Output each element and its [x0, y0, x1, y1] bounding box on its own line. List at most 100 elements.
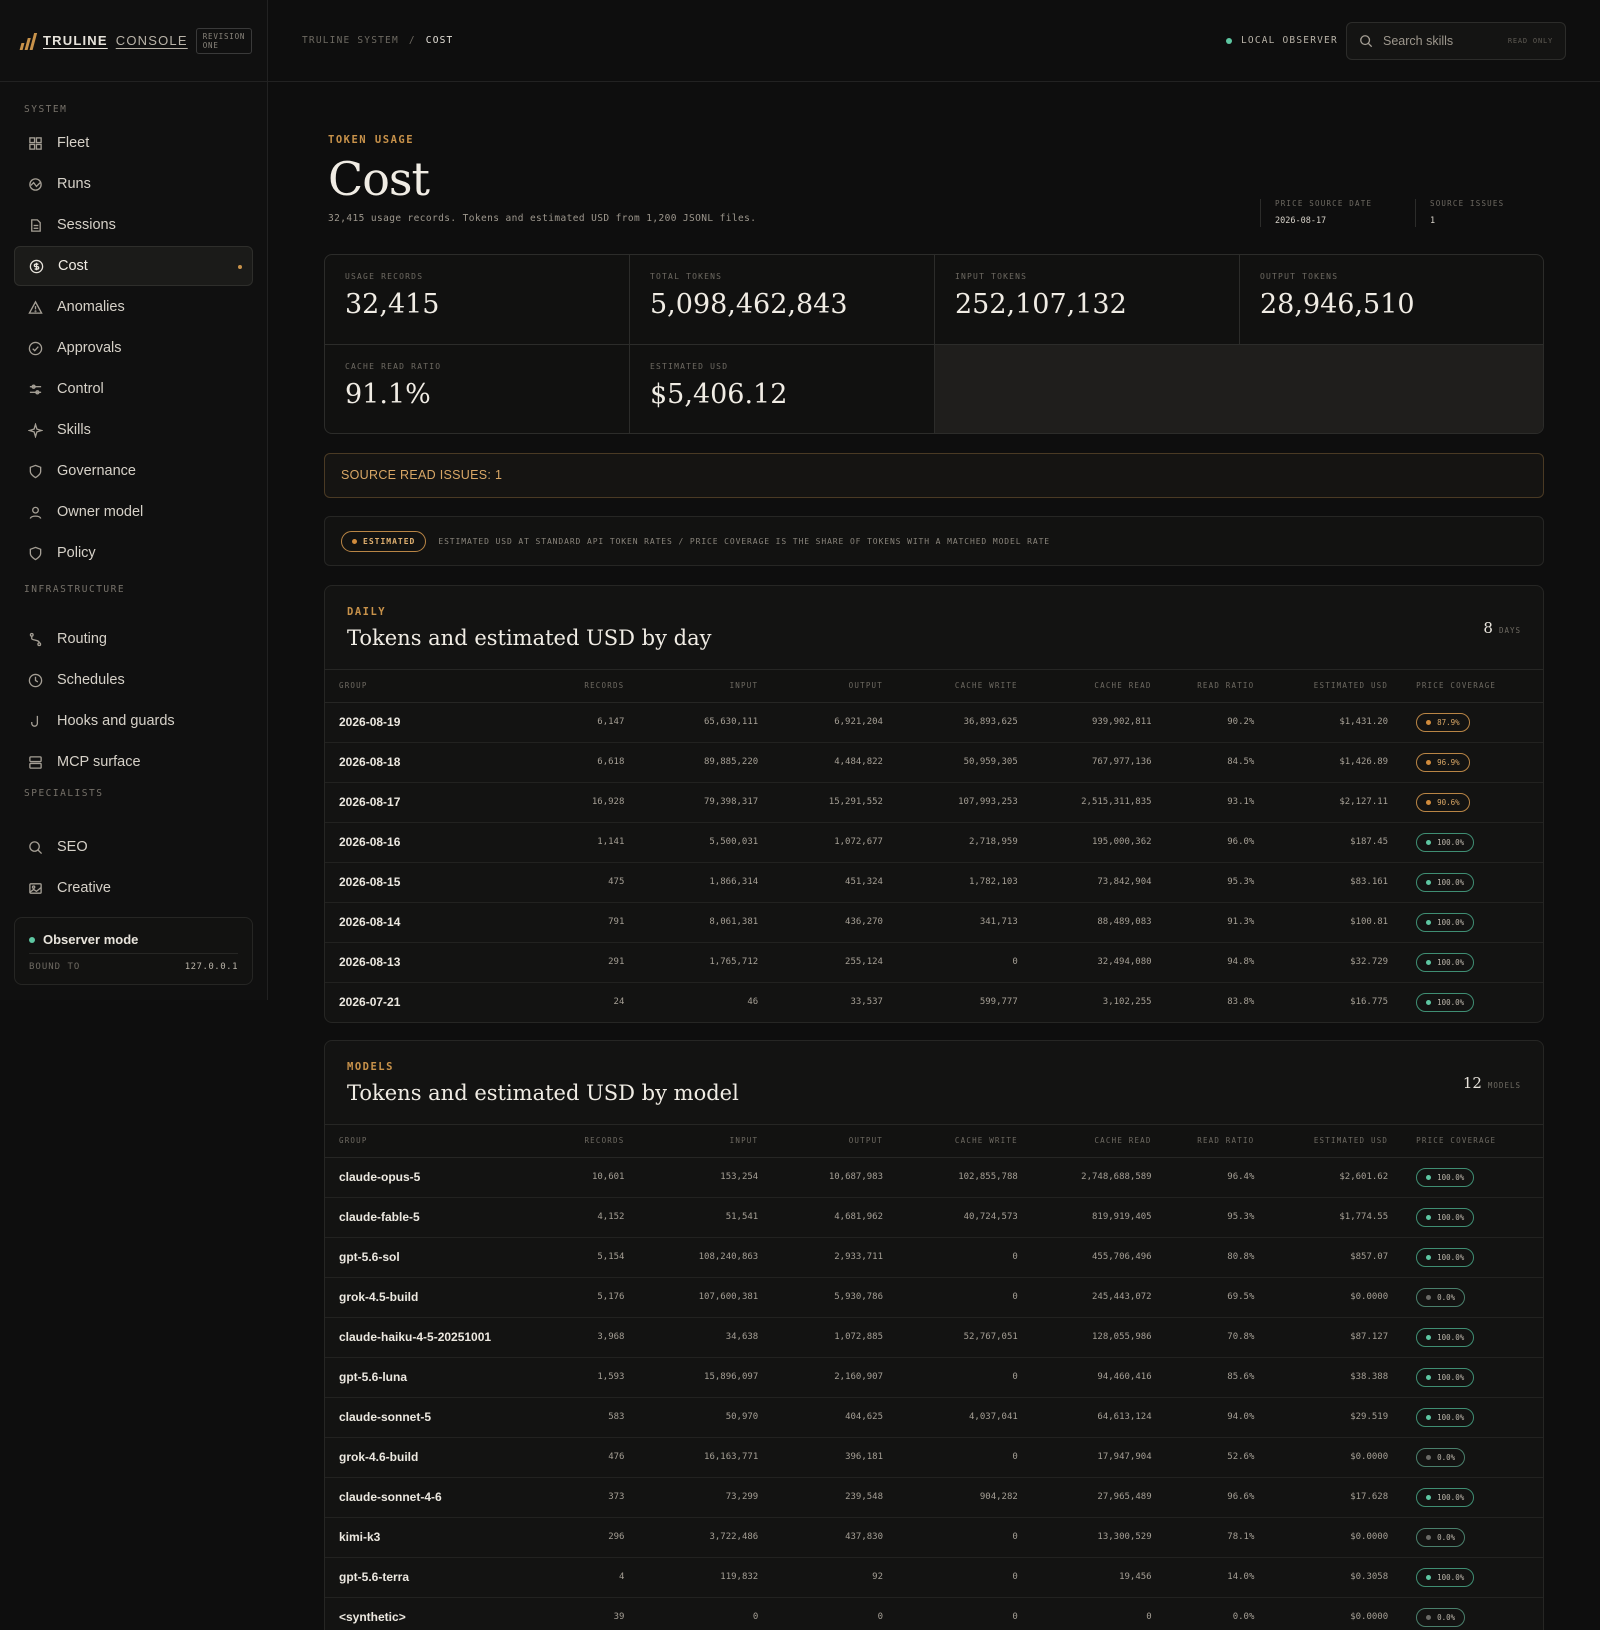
table-row[interactable]: claude-haiku-4-5-20251001 3,968 34,638 1,07… [325, 1317, 1543, 1358]
cell-cache-read: 94,460,416 [1017, 1357, 1152, 1398]
column-header-cache-read[interactable]: CACHE READ [1017, 670, 1152, 703]
brand-name[interactable]: TRULINE [43, 33, 108, 48]
row-group: 2026-08-18 [325, 742, 525, 783]
price-coverage: 90.6% [1388, 782, 1543, 823]
sidebar-item-label: Hooks and guards [57, 713, 175, 729]
table-row[interactable]: claude-sonnet-5 583 50,970 404,625 4,037,041… [325, 1397, 1543, 1438]
column-header-read-ratio[interactable]: READ RATIO [1151, 670, 1255, 703]
brand-console[interactable]: CONSOLE [116, 33, 188, 48]
table-row[interactable]: grok-4.5-build 5,176 107,600,381 5,930,786 0… [325, 1277, 1543, 1318]
table-row[interactable]: 2026-08-18 6,618 89,885,220 4,484,822 50,959… [325, 742, 1543, 783]
column-header-records[interactable]: RECORDS [524, 670, 625, 703]
sidebar-item-schedules[interactable]: Schedules [14, 660, 253, 700]
table-row[interactable]: 2026-08-14 791 8,061,381 436,270 341,713 88,4… [325, 902, 1543, 943]
cell-cache-write: 0 [882, 942, 1018, 983]
sidebar-item-cost[interactable]: Cost [14, 246, 253, 286]
column-header-input[interactable]: INPUT [624, 670, 759, 703]
table-row[interactable]: gpt-5.6-terra 4 119,832 92 0 19,456 14.0% $0.30… [325, 1557, 1543, 1598]
read-only-badge: READ ONLY [1507, 37, 1553, 45]
row-group: claude-opus-5 [325, 1157, 525, 1198]
stat-value: $5,406.12 [650, 379, 788, 410]
sidebar-item-runs[interactable]: Runs [14, 164, 253, 204]
panel-count: 8 DAYS [1483, 619, 1521, 637]
sidebar-item-approvals[interactable]: Approvals [14, 328, 253, 368]
sidebar-item-control[interactable]: Control [14, 369, 253, 409]
breadcrumb-root[interactable]: TRULINE SYSTEM [302, 35, 399, 46]
sidebar-item-routing[interactable]: Routing [14, 619, 253, 659]
price-coverage: 0.0% [1388, 1277, 1543, 1318]
status-dot-icon [29, 936, 35, 943]
cell-records: 296 [524, 1517, 625, 1558]
price-coverage: 87.9% [1388, 702, 1543, 743]
cell-records: 3,968 [524, 1317, 625, 1358]
cell-read-ratio: 91.3% [1151, 902, 1255, 943]
cell-cache-read: 73,842,904 [1017, 862, 1152, 903]
coverage-badge: 100.0% [1416, 1487, 1475, 1507]
cell-read-ratio: 52.6% [1151, 1437, 1255, 1478]
column-header-cache-write[interactable]: CACHE WRITE [883, 1125, 1018, 1158]
column-header-estimated-usd[interactable]: ESTIMATED USD [1254, 1125, 1389, 1158]
sidebar-item-anomalies[interactable]: Anomalies [14, 287, 253, 327]
table-row[interactable]: 2026-08-19 6,147 65,630,111 6,921,204 36,893… [325, 702, 1543, 743]
cell-output: 5,930,786 [758, 1277, 884, 1318]
table-row[interactable]: claude-fable-5 4,152 51,541 4,681,962 40,724… [325, 1197, 1543, 1238]
sidebar-item-fleet[interactable]: Fleet [14, 123, 253, 163]
cell-read-ratio: 94.0% [1151, 1397, 1255, 1438]
page-title: Cost [328, 152, 430, 206]
column-header-read-ratio[interactable]: READ RATIO [1151, 1125, 1255, 1158]
sidebar-item-mcp-surface[interactable]: MCP surface [14, 742, 253, 782]
cell-input: 3,722,486 [624, 1517, 759, 1558]
panel-count-unit: DAYS [1498, 626, 1521, 635]
column-header-input[interactable]: INPUT [624, 1125, 759, 1158]
search-input[interactable]: Search skills READ ONLY [1346, 22, 1566, 60]
table-row[interactable]: 2026-08-17 16,928 79,398,317 15,291,552 107,… [325, 782, 1543, 823]
status-dot-icon [1426, 719, 1432, 725]
column-header-cache-write[interactable]: CACHE WRITE [882, 670, 1018, 703]
table-row[interactable]: claude-sonnet-4-6 373 73,299 239,548 904,282… [325, 1477, 1543, 1518]
column-header-output[interactable]: OUTPUT [758, 1125, 884, 1158]
sidebar-item-sessions[interactable]: Sessions [14, 205, 253, 245]
table-row[interactable]: gpt-5.6-luna 1,593 15,896,097 2,160,907 0 94,… [325, 1357, 1543, 1398]
cell-cache-write: 341,713 [882, 902, 1018, 943]
table-row[interactable]: 2026-08-15 475 1,866,314 451,324 1,782,103 73… [325, 862, 1543, 903]
stat-label: OUTPUT TOKENS [1260, 272, 1339, 281]
sidebar-item-owner-model[interactable]: Owner model [14, 492, 253, 532]
column-header-group[interactable]: GROUP [325, 1125, 525, 1158]
sidebar-item-skills[interactable]: Skills [14, 410, 253, 450]
cell-records: 6,147 [524, 702, 625, 743]
coverage-badge: 90.6% [1416, 792, 1470, 812]
column-header-group[interactable]: GROUP [325, 670, 525, 703]
cell-cache-read: 64,613,124 [1017, 1397, 1152, 1438]
table-row[interactable]: 2026-08-16 1,141 5,500,031 1,072,677 2,718,9… [325, 822, 1543, 863]
table-row[interactable]: gpt-5.6-sol 5,154 108,240,863 2,933,711 0 455… [325, 1237, 1543, 1278]
table-row[interactable]: 2026-07-21 24 46 33,537 599,777 3,102,255 83.8… [325, 982, 1543, 1022]
estimated-badge: ESTIMATED [341, 530, 427, 552]
sidebar-item-creative[interactable]: Creative [14, 868, 253, 908]
cell-estimated-usd: $0.0000 [1254, 1277, 1389, 1318]
sidebar-item-seo[interactable]: SEO [14, 827, 253, 867]
table-row[interactable]: kimi-k3 296 3,722,486 437,830 0 13,300,529 78.… [325, 1517, 1543, 1558]
cell-cache-write: 0 [883, 1517, 1018, 1558]
brand[interactable]: TRULINE CONSOLE REVISION ONE [0, 0, 267, 82]
revision-badge: REVISION ONE [195, 27, 253, 54]
search-placeholder[interactable]: Search skills [1383, 34, 1498, 48]
source-read-issues-banner[interactable]: SOURCE READ ISSUES: 1 [324, 453, 1544, 498]
column-header-estimated-usd[interactable]: ESTIMATED USD [1254, 670, 1389, 703]
column-header-output[interactable]: OUTPUT [758, 670, 883, 703]
column-header-records[interactable]: RECORDS [524, 1125, 625, 1158]
cell-records: 373 [524, 1477, 625, 1518]
sidebar-item-policy[interactable]: Policy [14, 533, 253, 573]
row-group: claude-fable-5 [325, 1197, 525, 1238]
sidebar-item-hooks-and-guards[interactable]: Hooks and guards [14, 701, 253, 741]
column-header-price-coverage[interactable]: PRICE COVERAGE [1388, 1125, 1543, 1158]
table-row[interactable]: claude-opus-5 10,601 153,254 10,687,983 102,… [325, 1157, 1543, 1198]
sidebar-item-governance[interactable]: Governance [14, 451, 253, 491]
table-row[interactable]: 2026-08-13 291 1,765,712 255,124 0 32,494,080… [325, 942, 1543, 983]
brand-logo-icon [19, 32, 38, 50]
cell-cache-write: 2,718,959 [882, 822, 1018, 863]
table-row[interactable]: <synthetic> 39 0 0 0 0 0.0% $0.0000 0.0% [325, 1597, 1543, 1630]
models-panel-header: MODELS Tokens and estimated USD by model… [325, 1041, 1543, 1125]
column-header-price-coverage[interactable]: PRICE COVERAGE [1388, 670, 1543, 703]
column-header-cache-read[interactable]: CACHE READ [1017, 1125, 1152, 1158]
table-row[interactable]: grok-4.6-build 476 16,163,771 396,181 0 17,94… [325, 1437, 1543, 1478]
